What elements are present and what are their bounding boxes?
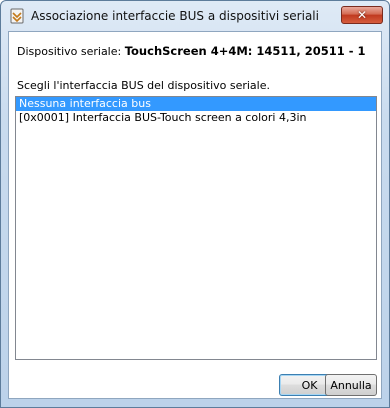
serial-device-label: Dispositivo seriale:	[17, 45, 122, 58]
bus-interface-list[interactable]: Nessuna interfaccia bus [0x0001] Interfa…	[15, 96, 377, 360]
list-item[interactable]: [0x0001] Interfaccia BUS-Touch screen a …	[16, 111, 376, 125]
serial-device-value: TouchScreen 4+4M: 14511, 20511 - 1	[124, 44, 366, 58]
instruction-text: Scegli l'interfaccia BUS del dispositivo…	[17, 79, 270, 92]
app-icon	[10, 8, 24, 24]
close-button[interactable]: ✕	[341, 6, 383, 24]
window-title: Associazione interfaccie BUS a dispositi…	[31, 9, 319, 23]
dialog-content: Dispositivo seriale: TouchScreen 4+4M: 1…	[8, 31, 382, 399]
dialog-window: Associazione interfaccie BUS a dispositi…	[0, 0, 390, 408]
close-icon: ✕	[356, 8, 368, 22]
cancel-button[interactable]: Annulla	[325, 374, 377, 396]
list-item[interactable]: Nessuna interfaccia bus	[16, 97, 376, 111]
serial-device-info: Dispositivo seriale: TouchScreen 4+4M: 1…	[17, 44, 366, 58]
title-bar[interactable]: Associazione interfaccie BUS a dispositi…	[1, 1, 389, 31]
